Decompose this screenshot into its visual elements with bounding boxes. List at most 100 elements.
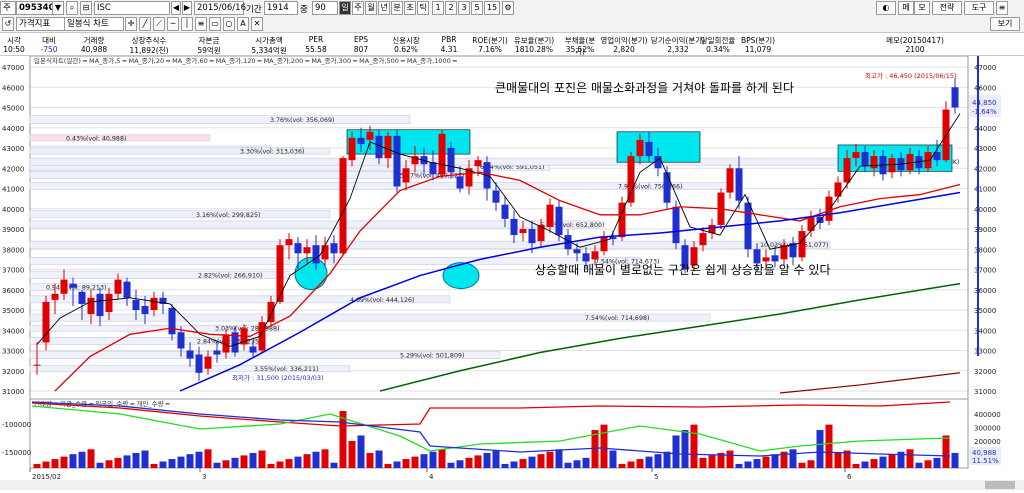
volume-bar (105, 460, 113, 468)
toggle-icon[interactable]: ◐ (876, 1, 896, 15)
dropdown-icon[interactable]: ▼ (52, 1, 64, 15)
volume-bar (87, 449, 95, 468)
volume-bar (528, 456, 536, 468)
period-button-second[interactable]: 초 (404, 1, 416, 15)
period-button-week[interactable]: 주 (352, 1, 364, 15)
candle-body (627, 156, 635, 203)
annotation-top: 큰매물대의 포진은 매물소화과정을 거쳐야 돌파를 하게 된다 (495, 81, 794, 95)
candle-body (753, 249, 761, 264)
period-input[interactable]: 1914 (264, 1, 298, 15)
volume-bar (762, 456, 770, 468)
price-tick-label-left: 47000 (2, 64, 24, 72)
volume-bar (807, 460, 815, 468)
info-value: 59억원 (197, 46, 221, 55)
rect-tool-icon[interactable]: ▭ (209, 17, 221, 31)
search-icon[interactable]: ⌕ (66, 1, 78, 15)
candle-body (861, 152, 869, 167)
trend-tool-icon[interactable]: ⟋ (153, 17, 165, 31)
x-tick-label: 5 (654, 473, 658, 481)
candle-body (78, 291, 86, 304)
circle-tool-icon[interactable]: ○ (223, 17, 235, 31)
volume-profile-label: 3.76%(vol: 356,069) (270, 117, 334, 124)
volume-bar (78, 451, 86, 468)
memo-button-2[interactable]: 모 (914, 1, 930, 15)
settings-icon[interactable]: ⚙ (502, 1, 514, 15)
text-tool-icon[interactable]: A (237, 17, 249, 31)
volume-bar (861, 461, 869, 468)
candle-body (384, 135, 392, 159)
interval-button-1[interactable]: 1 (432, 1, 444, 15)
period-button-year[interactable]: 년 (378, 1, 390, 15)
candle-body (168, 307, 176, 335)
candle-body (204, 356, 212, 369)
period-button-month[interactable]: 월 (365, 1, 377, 15)
info-value: 0.34% (706, 45, 730, 54)
candle-body (591, 251, 599, 260)
count-input[interactable]: 90 (312, 1, 338, 15)
price-tick-label-left: 41000 (2, 186, 24, 194)
refresh-icon[interactable]: ↺ (2, 17, 14, 31)
period-button-day[interactable]: 일 (339, 1, 351, 15)
candle-body (177, 332, 185, 349)
volume-bar (384, 463, 392, 468)
volume-bar (771, 454, 779, 468)
stock-search-input[interactable]: ISC (94, 1, 170, 15)
date-input[interactable]: 2015/06/16 (194, 1, 246, 15)
tools-button[interactable]: 도구 (964, 1, 994, 15)
interval-button-15[interactable]: 15 (484, 1, 500, 15)
hline-tool-icon[interactable]: ─ (167, 17, 179, 31)
volume-bar (825, 424, 833, 468)
volume-bar (438, 449, 446, 468)
period-type-select[interactable]: 일봉식 차트 (64, 17, 124, 31)
volume-now: 40,988 (972, 449, 997, 457)
crosshair-icon[interactable]: ✛ (125, 17, 137, 31)
volume-profile-label: 3.30%(vol: 313,036) (240, 149, 304, 156)
volume-bar (33, 463, 41, 468)
info-value: 2,332 (667, 45, 689, 54)
info-value: 10:50 (3, 45, 25, 54)
view-button[interactable]: 보기 (990, 17, 1020, 31)
stock-code-input[interactable]: 095340 (16, 1, 55, 15)
vline-tool-icon[interactable]: │ (181, 17, 193, 31)
volume-bar (474, 455, 482, 468)
toolbar-secondary: ↺ 가격지표 일봉식 차트 ✛ ╱ ⟋ ─ │ ≡ ▭ ○ A ✕ 보기 (0, 16, 1024, 33)
fibo-tool-icon[interactable]: ≡ (195, 17, 207, 31)
volume-bar (681, 430, 689, 468)
volume-bar (321, 449, 329, 468)
candle-body (870, 156, 878, 169)
interval-button-2[interactable]: 2 (445, 1, 457, 15)
candle-body (186, 350, 194, 359)
info-value: 0.62% (394, 45, 418, 54)
lock-icon[interactable]: ⊟ (80, 1, 92, 15)
prev-button[interactable]: ◀ (171, 1, 181, 15)
volume-profile-label: 7.54%(vol: 714,698) (585, 315, 649, 322)
info-value: 40,988 (80, 45, 108, 54)
strategy-button[interactable]: 전략 (932, 1, 962, 15)
interval-button-3[interactable]: 3 (458, 1, 470, 15)
period-button-tick[interactable]: 틱 (417, 1, 429, 15)
erase-tool-icon[interactable]: ✕ (251, 17, 263, 31)
next-button[interactable]: ▶ (182, 1, 192, 15)
volume-bar (195, 451, 203, 468)
ma200-line (779, 372, 961, 394)
menu-icon[interactable]: ≡ (996, 1, 1008, 15)
volume-bar (186, 454, 194, 468)
candle-body (762, 257, 770, 262)
volume-bar (654, 454, 662, 468)
volume-bar (519, 459, 527, 468)
info-header: PBR (441, 35, 457, 44)
volume-bar (366, 452, 374, 468)
volume-bar (690, 424, 698, 468)
candle-body (96, 293, 104, 317)
interval-button-5[interactable]: 5 (471, 1, 483, 15)
info-value: 4.31 (440, 45, 458, 54)
period-label: 기간 (246, 5, 262, 15)
price-tick-label-left: 37000 (2, 267, 24, 275)
period-button-minute[interactable]: 분 (391, 1, 403, 15)
candle-body (150, 297, 158, 310)
candle-body (735, 168, 743, 201)
memo-button-1[interactable]: 메 (898, 1, 914, 15)
chart-type-select[interactable]: 가격지표 (16, 17, 66, 31)
line-tool-icon[interactable]: ╱ (139, 17, 151, 31)
candlestick-chart[interactable]: 4700047000460004600045000450004400044000… (0, 55, 1024, 490)
